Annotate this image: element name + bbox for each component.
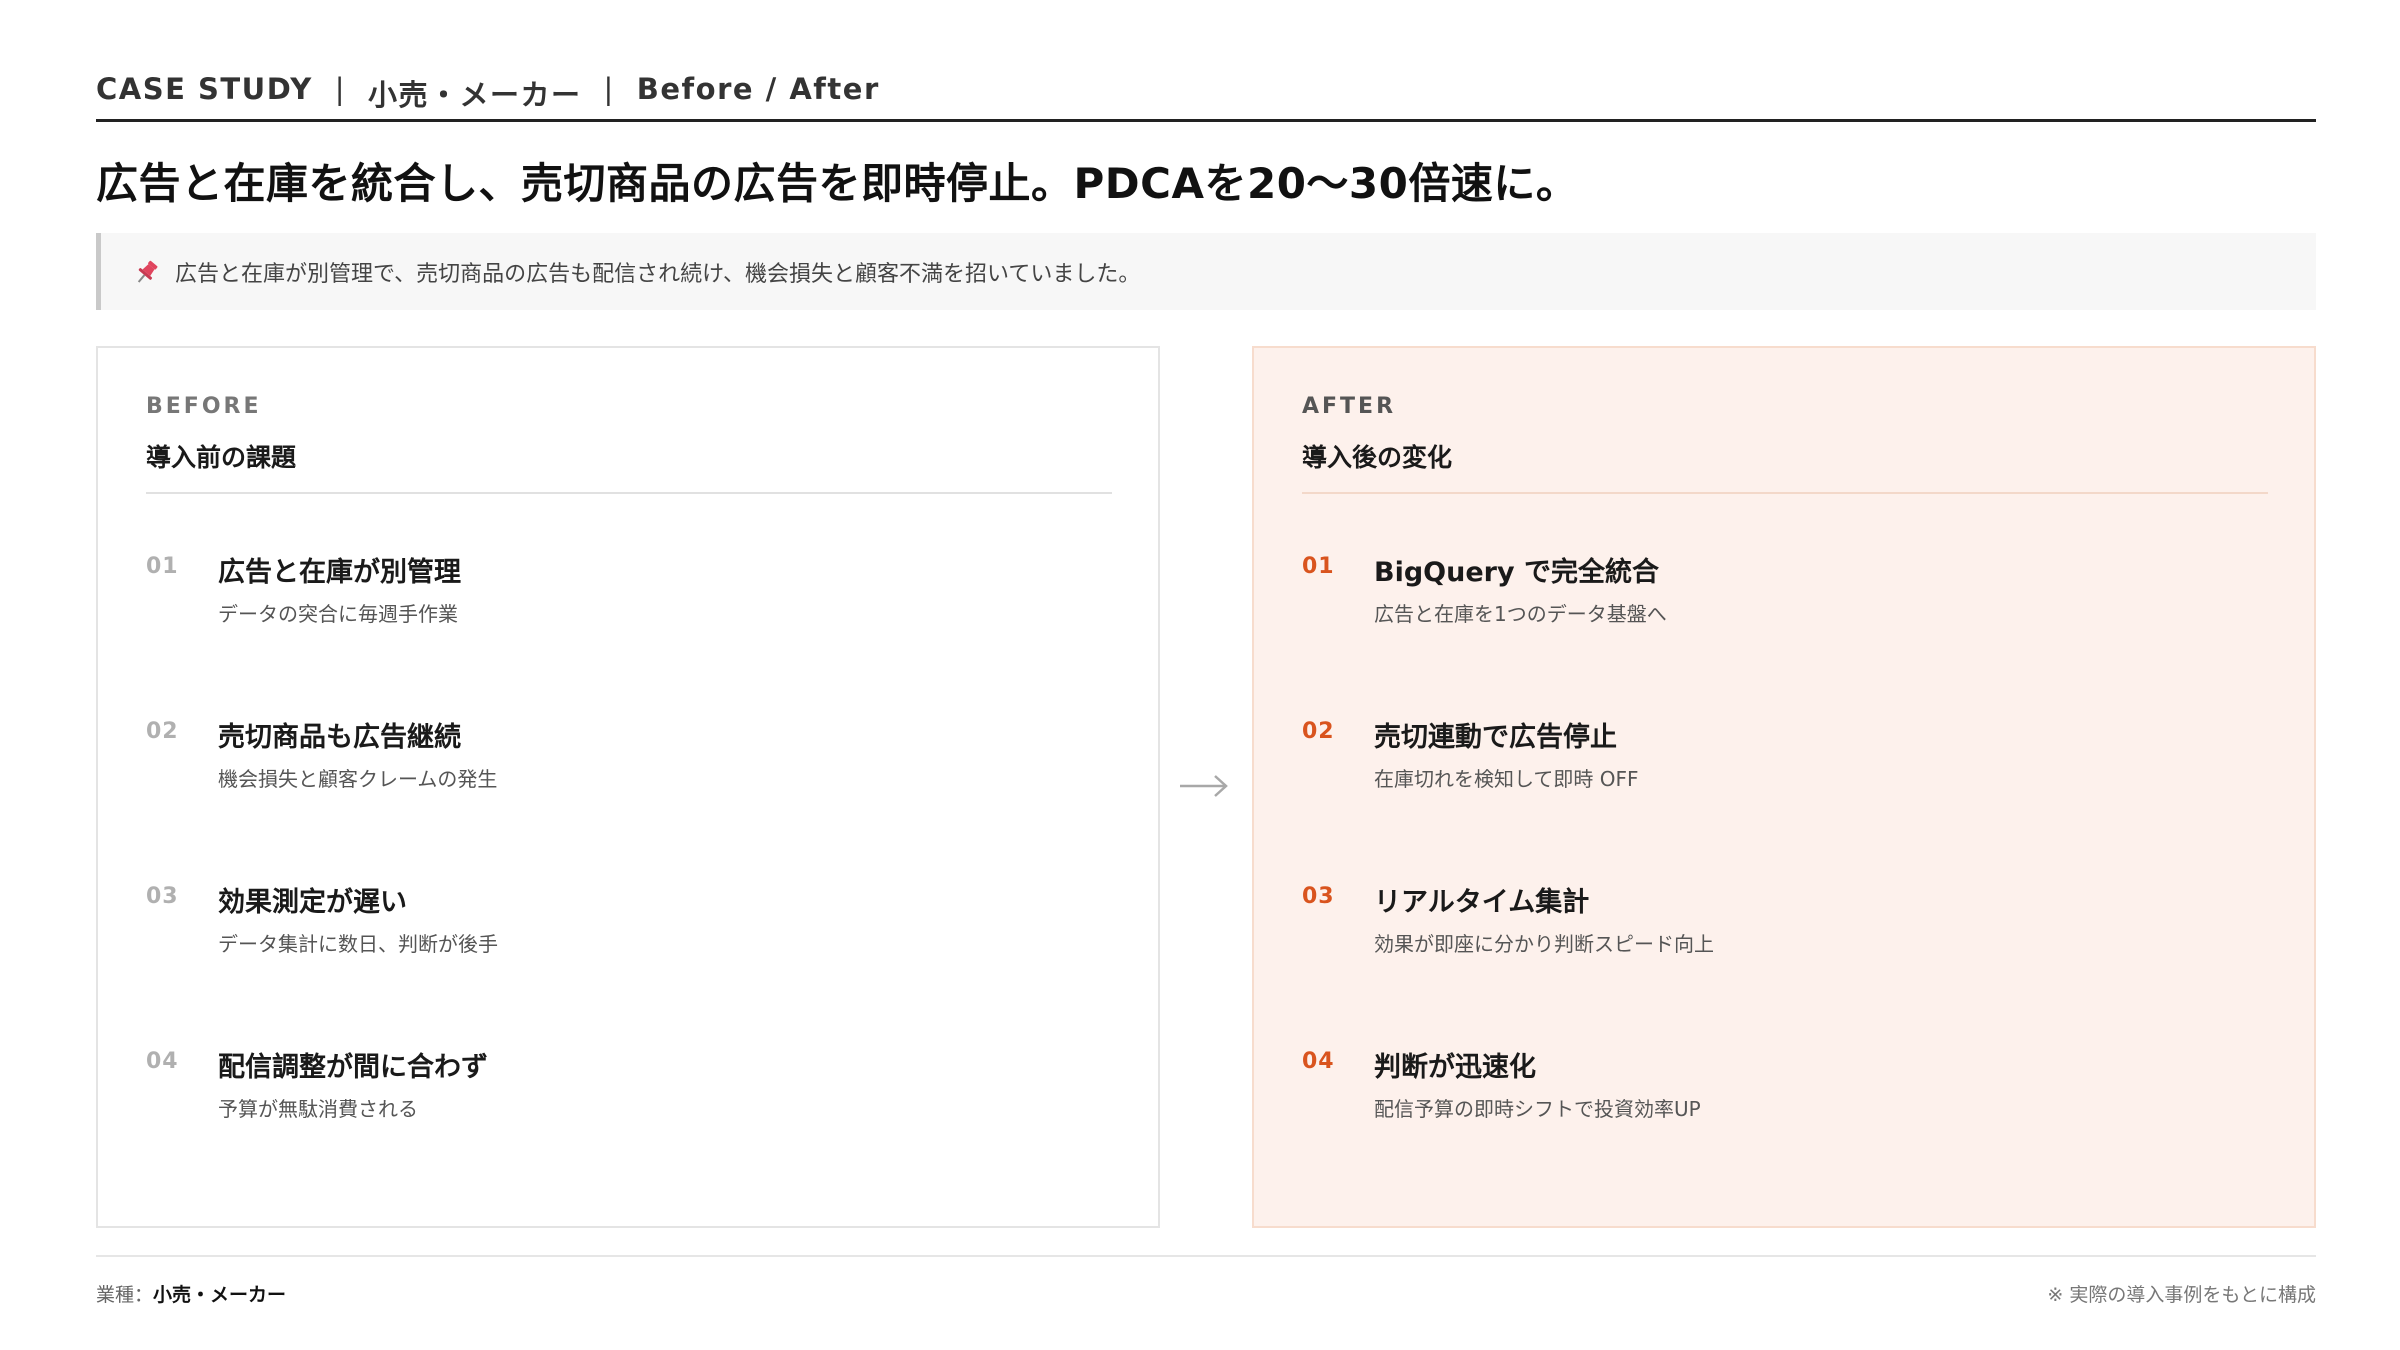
header-case-study: CASE STUDY (96, 72, 313, 106)
header-industry: 小売・メーカー (367, 78, 582, 112)
item-title: リアルタイム集計 (1374, 887, 1590, 918)
item-number: 01 (146, 554, 179, 579)
item-title: 配信調整が間に合わず (218, 1052, 488, 1083)
arrow-right-icon (1180, 775, 1228, 797)
item-description: 広告と在庫を1つのデータ基盤へ (1374, 602, 1667, 626)
item-title: 効果測定が遅い (218, 887, 407, 918)
header-separator: | (334, 72, 346, 106)
footer-industry: 業種：小売・メーカー (96, 1280, 286, 1307)
summary-note-text: 広告と在庫が別管理で、売切商品の広告も配信され続け、機会損失と顧客不満を招いてい… (175, 261, 1141, 287)
footer-industry-label: 業種： (96, 1284, 154, 1306)
item-description: 配信予算の即時シフトで投資効率UP (1374, 1097, 1701, 1121)
header-before-after: Before / After (636, 72, 880, 106)
item-number: 04 (1302, 1049, 1335, 1074)
after-item: 03 リアルタイム集計 効果が即座に分かり判断スピード向上 (1302, 880, 2262, 990)
footer-industry-value: 小売・メーカー (153, 1284, 287, 1306)
before-item: 03 効果測定が遅い データ集計に数日、判断が後手 (146, 880, 1106, 990)
header-bar: CASE STUDY | 小売・メーカー | Before / After (96, 72, 2316, 122)
item-description: データの突合に毎週手作業 (218, 602, 458, 626)
before-panel: BEFORE 導入前の課題 01 広告と在庫が別管理 データの突合に毎週手作業 … (96, 346, 1160, 1228)
item-title: BigQuery で完全統合 (1374, 557, 1659, 588)
after-title: 導入後の変化 (1302, 443, 1453, 472)
item-title: 売切連動で広告停止 (1374, 722, 1617, 753)
before-item: 04 配信調整が間に合わず 予算が無駄消費される (146, 1045, 1106, 1155)
item-title: 判断が迅速化 (1374, 1052, 1536, 1083)
header-separator: | (603, 72, 615, 106)
after-panel: AFTER 導入後の変化 01 BigQuery で完全統合 広告と在庫を1つの… (1252, 346, 2316, 1228)
before-item: 02 売切商品も広告継続 機会損失と顧客クレームの発生 (146, 715, 1106, 825)
item-number: 01 (1302, 554, 1335, 579)
divider (1302, 492, 2268, 494)
item-number: 04 (146, 1049, 179, 1074)
item-title: 広告と在庫が別管理 (218, 557, 461, 588)
item-description: 機会損失と顧客クレームの発生 (218, 767, 498, 791)
before-tag: BEFORE (146, 394, 262, 419)
before-item: 01 広告と在庫が別管理 データの突合に毎週手作業 (146, 550, 1106, 660)
after-item: 02 売切連動で広告停止 在庫切れを検知して即時 OFF (1302, 715, 2262, 825)
item-number: 02 (1302, 719, 1335, 744)
after-tag: AFTER (1302, 394, 1397, 419)
item-description: 在庫切れを検知して即時 OFF (1374, 767, 1639, 791)
before-title: 導入前の課題 (146, 443, 297, 472)
item-description: 効果が即座に分かり判断スピード向上 (1374, 932, 1714, 956)
item-description: データ集計に数日、判断が後手 (218, 932, 498, 956)
page-title: 広告と在庫を統合し、売切商品の広告を即時停止。PDCAを20〜30倍速に。 (96, 159, 1579, 208)
footer-divider (96, 1255, 2316, 1257)
item-number: 03 (1302, 884, 1335, 909)
pushpin-icon (137, 260, 158, 283)
item-number: 02 (146, 719, 179, 744)
slide: CASE STUDY | 小売・メーカー | Before / After 広告… (0, 0, 2400, 1350)
after-item: 04 判断が迅速化 配信予算の即時シフトで投資効率UP (1302, 1045, 2262, 1155)
divider (146, 492, 1112, 494)
after-item: 01 BigQuery で完全統合 広告と在庫を1つのデータ基盤へ (1302, 550, 2262, 660)
footer-disclaimer: ※ 実際の導入事例をもとに構成 (2047, 1284, 2316, 1306)
item-title: 売切商品も広告継続 (218, 722, 461, 753)
item-number: 03 (146, 884, 179, 909)
item-description: 予算が無駄消費される (218, 1097, 418, 1121)
summary-note: 広告と在庫が別管理で、売切商品の広告も配信され続け、機会損失と顧客不満を招いてい… (96, 233, 2316, 310)
